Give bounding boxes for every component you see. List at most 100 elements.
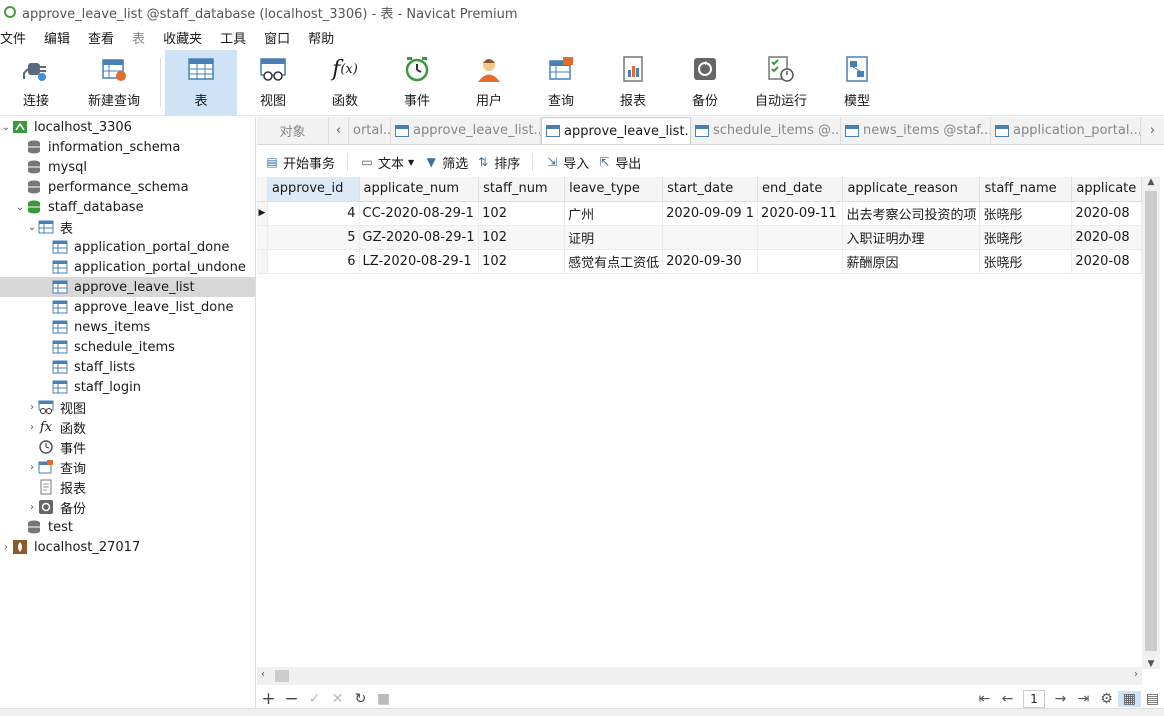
horizontal-scrollbar[interactable]: ‹ ›: [257, 667, 1142, 685]
tab-news-items[interactable]: news_items @staf...: [841, 117, 991, 144]
tree-item[interactable]: performance_schema: [0, 177, 255, 197]
menu-file[interactable]: 文件: [0, 28, 35, 47]
chevron-right-icon[interactable]: ›: [0, 542, 12, 553]
tree-item[interactable]: › 视图: [0, 397, 255, 417]
previous-page-icon[interactable]: ←: [996, 691, 1019, 707]
menu-favorites[interactable]: 收藏夹: [154, 28, 211, 47]
tree-item[interactable]: › 查询: [0, 457, 255, 477]
grid-view-icon[interactable]: ▦: [1118, 691, 1141, 707]
toolbar-query-button[interactable]: 查询: [525, 50, 597, 115]
tree-item[interactable]: news_items: [0, 317, 255, 337]
cell[interactable]: 张晓彤: [979, 201, 1073, 226]
menu-help[interactable]: 帮助: [299, 28, 343, 47]
cell[interactable]: 2020-09-09 1: [662, 201, 759, 226]
chevron-down-icon[interactable]: ⌄: [0, 122, 12, 133]
tree-item[interactable]: staff_login: [0, 377, 255, 397]
cell[interactable]: 2020-08: [1071, 201, 1142, 226]
cell[interactable]: 2020-08: [1071, 225, 1142, 250]
tree-item[interactable]: › 备份: [0, 497, 255, 517]
tab-portal[interactable]: ortal...: [349, 117, 391, 144]
cell[interactable]: 2020-09-11: [757, 201, 844, 226]
tab-objects[interactable]: 对象: [257, 117, 329, 144]
column-header[interactable]: start_date: [662, 177, 759, 202]
text-button[interactable]: ▭ 文本 ▼: [352, 153, 422, 172]
chevron-right-icon[interactable]: ›: [26, 502, 38, 513]
chevron-down-icon[interactable]: ⌄: [26, 222, 38, 233]
column-header[interactable]: approve_id: [267, 177, 360, 202]
toolbar-user-button[interactable]: 用户: [453, 50, 525, 115]
chevron-down-icon[interactable]: ⌄: [14, 202, 26, 213]
scroll-down-icon[interactable]: ▼: [1142, 659, 1160, 669]
cell[interactable]: 出去考察公司投资的项: [842, 201, 981, 226]
refresh-icon[interactable]: ↻: [349, 691, 372, 707]
tree-item[interactable]: › localhost_27017: [0, 537, 255, 557]
menu-edit[interactable]: 编辑: [35, 28, 79, 47]
toolbar-new-query-button[interactable]: 新建查询: [72, 50, 156, 115]
tab-scroll-right-icon[interactable]: ›: [1141, 117, 1164, 144]
vertical-scrollbar[interactable]: ▲ ▼: [1142, 177, 1160, 669]
cell[interactable]: [662, 225, 759, 250]
tab-schedule-items[interactable]: schedule_items @...: [691, 117, 841, 144]
scroll-right-icon[interactable]: ›: [1134, 669, 1138, 680]
cell[interactable]: 张晓彤: [979, 225, 1073, 250]
first-page-icon[interactable]: ⇤: [973, 691, 996, 707]
filter-button[interactable]: ▼ 筛选: [422, 153, 476, 172]
cell[interactable]: 102: [478, 201, 566, 226]
cell[interactable]: 张晓彤: [979, 249, 1073, 274]
chevron-right-icon[interactable]: ›: [26, 462, 38, 473]
menu-tools[interactable]: 工具: [211, 28, 255, 47]
toolbar-connect-button[interactable]: 连接: [0, 50, 72, 115]
column-header[interactable]: leave_type: [564, 177, 664, 202]
scroll-thumb[interactable]: [275, 670, 289, 682]
cell[interactable]: 2020-08: [1071, 249, 1142, 274]
cell[interactable]: 102: [478, 225, 566, 250]
tree-item[interactable]: ⌄ staff_database: [0, 197, 255, 217]
tree-item[interactable]: test: [0, 517, 255, 537]
column-header[interactable]: applicate: [1071, 177, 1142, 202]
cell[interactable]: 感觉有点工资低: [564, 249, 664, 274]
toolbar-automation-button[interactable]: 自动运行: [741, 50, 821, 115]
cell[interactable]: 102: [478, 249, 566, 274]
cell[interactable]: [757, 225, 844, 250]
chevron-right-icon[interactable]: ›: [26, 422, 38, 433]
menu-view[interactable]: 查看: [79, 28, 123, 47]
cell[interactable]: 薪酬原因: [842, 249, 981, 274]
tree-item[interactable]: staff_lists: [0, 357, 255, 377]
tab-approve-leave-list-done[interactable]: approve_leave_list...: [391, 117, 541, 144]
column-header[interactable]: staff_num: [478, 177, 566, 202]
tree-item[interactable]: ⌄ 表: [0, 217, 255, 237]
table-row[interactable]: ▶ 4 CC-2020-08-29-1 102 广州 2020-09-09 1 …: [257, 201, 1142, 226]
cell[interactable]: LZ-2020-08-29-1: [359, 249, 480, 274]
tree-item[interactable]: approve_leave_list_done: [0, 297, 255, 317]
column-header[interactable]: applicate_num: [359, 177, 480, 202]
form-view-icon[interactable]: ▤: [1141, 691, 1164, 707]
cell[interactable]: 6: [267, 249, 360, 274]
tab-scroll-left-icon[interactable]: ‹: [329, 117, 349, 144]
toolbar-function-button[interactable]: f (x) 函数: [309, 50, 381, 115]
cell[interactable]: 2020-09-30: [662, 249, 759, 274]
column-header[interactable]: end_date: [757, 177, 844, 202]
cell[interactable]: CC-2020-08-29-1: [359, 201, 480, 226]
begin-transaction-button[interactable]: ▤ 开始事务: [257, 153, 343, 172]
tab-application-portal[interactable]: application_portal...: [991, 117, 1141, 144]
cell[interactable]: 证明: [564, 225, 664, 250]
toolbar-view-button[interactable]: 视图: [237, 50, 309, 115]
tree-item[interactable]: 事件: [0, 437, 255, 457]
cell[interactable]: 入职证明办理: [842, 225, 981, 250]
apply-changes-icon[interactable]: ✓: [303, 691, 326, 707]
tree-item[interactable]: schedule_items: [0, 337, 255, 357]
page-number-field[interactable]: 1: [1023, 690, 1045, 708]
delete-record-icon[interactable]: −: [280, 689, 303, 709]
table-row[interactable]: 6 LZ-2020-08-29-1 102 感觉有点工资低 2020-09-30…: [257, 249, 1142, 274]
stop-icon[interactable]: ■: [372, 691, 395, 707]
scroll-up-icon[interactable]: ▲: [1142, 177, 1160, 187]
discard-changes-icon[interactable]: ✕: [326, 691, 349, 707]
scroll-thumb[interactable]: [1145, 191, 1157, 651]
menu-table[interactable]: 表: [123, 28, 154, 47]
next-page-icon[interactable]: →: [1049, 691, 1072, 707]
sort-button[interactable]: ⇅ 排序: [476, 153, 528, 172]
toolbar-model-button[interactable]: 模型: [821, 50, 893, 115]
cell[interactable]: GZ-2020-08-29-1: [359, 225, 480, 250]
cell[interactable]: 4: [267, 201, 360, 226]
last-page-icon[interactable]: ⇥: [1072, 691, 1095, 707]
